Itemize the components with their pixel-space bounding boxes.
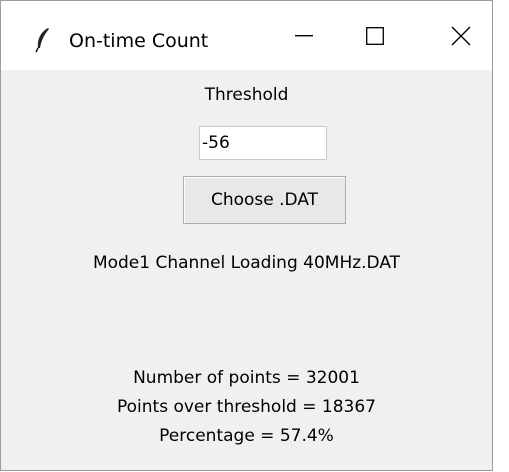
threshold-input[interactable] [199, 126, 327, 160]
maximize-icon [366, 26, 384, 45]
close-icon [451, 26, 471, 45]
threshold-label: Threshold [204, 85, 289, 105]
window-content: Threshold Choose .DAT Mode1 Channel Load… [1, 70, 492, 471]
selected-file-label: Mode1 Channel Loading 40MHz.DAT [92, 253, 401, 273]
title-bar[interactable]: On-time Count [1, 1, 492, 70]
percentage-label: Percentage = 57.4% [159, 426, 334, 446]
number-of-points-label: Number of points = 32001 [133, 368, 360, 388]
window-title: On-time Count [69, 30, 209, 52]
feather-icon [34, 27, 52, 53]
points-over-threshold-label: Points over threshold = 18367 [117, 397, 376, 417]
close-button[interactable] [426, 1, 496, 70]
choose-dat-button[interactable]: Choose .DAT [183, 176, 346, 224]
minimize-icon [295, 34, 313, 36]
maximize-button[interactable] [340, 1, 410, 70]
app-window: On-time Count Threshold Choose .DAT Mode… [0, 0, 493, 471]
minimize-button[interactable] [269, 1, 339, 70]
